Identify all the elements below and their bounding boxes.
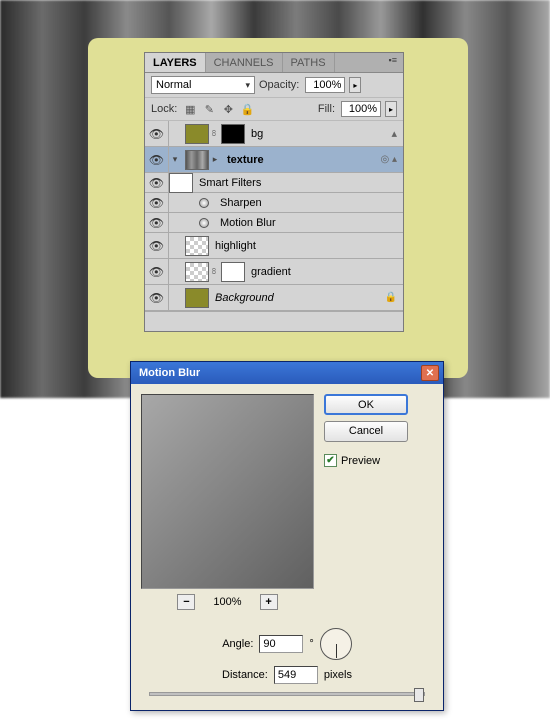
fill-stepper[interactable]: ▸ (385, 101, 397, 117)
smart-filters-label: Smart Filters (199, 177, 261, 189)
mask-thumb[interactable] (221, 124, 245, 144)
zoom-level: 100% (213, 596, 241, 608)
link-icon: 𝟾 (211, 266, 219, 277)
layer-thumb[interactable] (185, 124, 209, 144)
layer-row-gradient[interactable]: 👁 𝟾 gradient (145, 259, 403, 285)
layer-row-texture[interactable]: 👁 ▾ ▸ texture ◎ ▴ (145, 147, 403, 173)
layer-name[interactable]: Background (215, 292, 274, 304)
lock-indicator-icon: 🔒 (385, 292, 403, 303)
angle-label: Angle: (222, 638, 253, 650)
preview-checkbox[interactable]: ✔ (324, 454, 337, 467)
lock-row: Lock: ▦ ✎ ✥ 🔒 Fill: 100% ▸ (145, 98, 403, 121)
filter-row-sharpen[interactable]: 👁 Sharpen (145, 193, 403, 213)
lock-all-icon[interactable]: 🔒 (240, 102, 254, 116)
zoom-out-button[interactable]: − (177, 594, 195, 610)
zoom-in-button[interactable]: + (260, 594, 278, 610)
cancel-button[interactable]: Cancel (324, 421, 408, 442)
lock-label: Lock: (151, 103, 177, 115)
mask-thumb[interactable] (221, 262, 245, 282)
filter-name[interactable]: Sharpen (220, 197, 262, 209)
tab-layers[interactable]: LAYERS (145, 53, 206, 72)
tab-channels[interactable]: CHANNELS (206, 53, 283, 72)
fill-input[interactable]: 100% (341, 101, 381, 117)
layer-thumb[interactable] (185, 262, 209, 282)
blend-mode-select[interactable]: Normal (151, 76, 255, 94)
angle-input[interactable]: 90 (259, 635, 303, 653)
filter-icon (199, 218, 209, 228)
layer-row-highlight[interactable]: 👁 highlight (145, 233, 403, 259)
visibility-icon[interactable]: 👁 (149, 127, 164, 141)
visibility-icon[interactable]: 👁 (149, 291, 164, 305)
ok-button[interactable]: OK (324, 394, 408, 415)
panel-tabs: LAYERS CHANNELS PATHS ▪≡ (145, 53, 403, 73)
lock-transparency-icon[interactable]: ▦ (183, 102, 197, 116)
lock-pixels-icon[interactable]: ✎ (202, 102, 216, 116)
filter-icon (199, 198, 209, 208)
blend-row: Normal Opacity: 100% ▸ (145, 73, 403, 98)
panel-menu-icon[interactable]: ▪≡ (383, 53, 403, 72)
distance-slider[interactable] (149, 692, 425, 696)
visibility-icon[interactable]: 👁 (149, 265, 164, 279)
layer-row-bg[interactable]: 👁 𝟾 bg ▴ (145, 121, 403, 147)
angle-dial[interactable] (320, 628, 352, 660)
motion-blur-dialog: Motion Blur ✕ − 100% + OK Cancel ✔ Previ… (130, 361, 444, 711)
layer-thumb[interactable] (185, 150, 209, 170)
layer-trail: ◎ ▴ (380, 154, 403, 165)
distance-label: Distance: (222, 669, 268, 681)
distance-unit: pixels (324, 669, 352, 681)
lock-position-icon[interactable]: ✥ (221, 102, 235, 116)
layers-panel: LAYERS CHANNELS PATHS ▪≡ Normal Opacity:… (144, 52, 404, 332)
smartobj-icon: ▸ (209, 154, 221, 165)
tab-paths[interactable]: PATHS (283, 53, 335, 72)
layer-list: 👁 𝟾 bg ▴ 👁 ▾ ▸ texture ◎ ▴ 👁 Smart Filte… (145, 121, 403, 311)
blend-mode-value: Normal (156, 79, 191, 91)
layer-thumb[interactable] (185, 288, 209, 308)
visibility-icon[interactable]: 👁 (149, 239, 164, 253)
visibility-icon[interactable]: 👁 (149, 216, 164, 230)
preview-label: Preview (341, 455, 380, 467)
smart-filters-row[interactable]: 👁 Smart Filters (145, 173, 403, 193)
preview-area (141, 394, 314, 589)
dialog-title: Motion Blur (135, 367, 421, 379)
layer-name[interactable]: texture (227, 154, 264, 166)
layer-trail: ▴ (391, 127, 403, 140)
filter-row-motionblur[interactable]: 👁 Motion Blur (145, 213, 403, 233)
link-icon: 𝟾 (211, 128, 219, 139)
panel-footer (145, 311, 403, 331)
filter-mask-thumb[interactable] (169, 173, 193, 193)
fill-label: Fill: (318, 103, 335, 115)
layer-row-background[interactable]: 👁 Background 🔒 (145, 285, 403, 311)
angle-unit: ° (309, 638, 313, 650)
visibility-icon[interactable]: 👁 (149, 196, 164, 210)
layer-name[interactable]: bg (251, 128, 263, 140)
slider-thumb[interactable] (414, 688, 424, 702)
filter-name[interactable]: Motion Blur (220, 217, 276, 229)
distance-input[interactable]: 549 (274, 666, 318, 684)
opacity-stepper[interactable]: ▸ (349, 77, 361, 93)
opacity-label: Opacity: (259, 79, 299, 91)
layer-name[interactable]: highlight (215, 240, 256, 252)
dialog-titlebar[interactable]: Motion Blur ✕ (131, 362, 443, 384)
layer-thumb[interactable] (185, 236, 209, 256)
lock-icons: ▦ ✎ ✥ 🔒 (183, 102, 254, 116)
expand-icon[interactable]: ▾ (169, 154, 181, 165)
opacity-input[interactable]: 100% (305, 77, 345, 93)
layer-name[interactable]: gradient (251, 266, 291, 278)
visibility-icon[interactable]: 👁 (149, 176, 164, 190)
visibility-icon[interactable]: 👁 (149, 153, 164, 167)
close-icon[interactable]: ✕ (421, 365, 439, 381)
